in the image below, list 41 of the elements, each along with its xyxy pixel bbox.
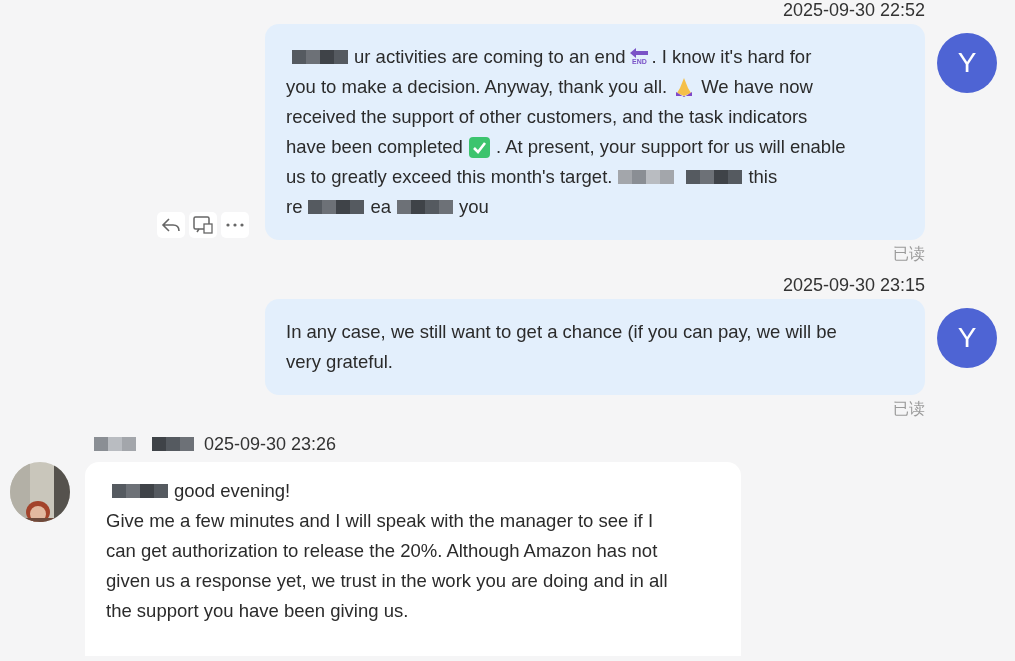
message-text: received the support of other customers, and the task indicators — [286, 105, 808, 129]
message-text: the support you have been giving us. — [106, 599, 409, 623]
message-text: ur activities are coming to an end — [354, 45, 626, 69]
pixelated-redaction — [686, 170, 743, 184]
timestamp: 025-09-30 23:26 — [204, 434, 337, 454]
message-text: have been completed — [286, 135, 463, 159]
avatar: Y — [937, 33, 997, 93]
pixelated-redaction — [94, 437, 136, 451]
message-text: can get authorization to release the 20%. Although Amazon has not — [106, 539, 658, 563]
message-text: . At present, your support for us will enable — [495, 135, 846, 159]
translate-icon — [193, 216, 213, 234]
message-text: We have now — [701, 75, 813, 99]
read-status: 已读 — [893, 244, 925, 264]
message-text: very grateful. — [286, 350, 393, 374]
more-icon — [226, 223, 244, 227]
message-text: ea — [370, 195, 392, 219]
message-text: you — [459, 195, 489, 219]
timestamp: 2025-09-30 22:52 — [782, 0, 925, 20]
read-status: 已读 — [893, 399, 925, 419]
message-text: you to make a decision. Anyway, thank you all. — [286, 75, 668, 99]
message-text: re — [286, 195, 303, 219]
message-text: given us a response yet, we trust in the work you are doing and in all — [106, 569, 668, 593]
pixelated-redaction — [152, 437, 194, 451]
message-text: this — [748, 165, 778, 189]
message-text: Give me a few minutes and I will speak with the manager to see if I — [106, 509, 654, 533]
avatar: Y — [937, 308, 997, 368]
pixelated-redaction — [618, 170, 675, 184]
pixelated-redaction — [292, 50, 348, 64]
pixelated-redaction — [112, 484, 168, 498]
message-text: good evening! — [174, 479, 291, 503]
message-text: us to greatly exceed this month's target. — [286, 165, 613, 189]
arrow-icon — [629, 48, 650, 58]
reply-button[interactable] — [157, 212, 185, 238]
pixelated-redaction — [308, 200, 365, 214]
message-text: . I know it's hard for — [651, 45, 812, 69]
translate-button[interactable] — [189, 212, 217, 238]
check-icon — [468, 136, 490, 158]
timestamp: 2025-09-30 23:15 — [782, 275, 925, 295]
message-text: In any case, we still want to get a chance (if you can pay, we will be — [286, 320, 837, 344]
pixelated-redaction — [397, 200, 454, 214]
reply-icon — [161, 217, 181, 233]
